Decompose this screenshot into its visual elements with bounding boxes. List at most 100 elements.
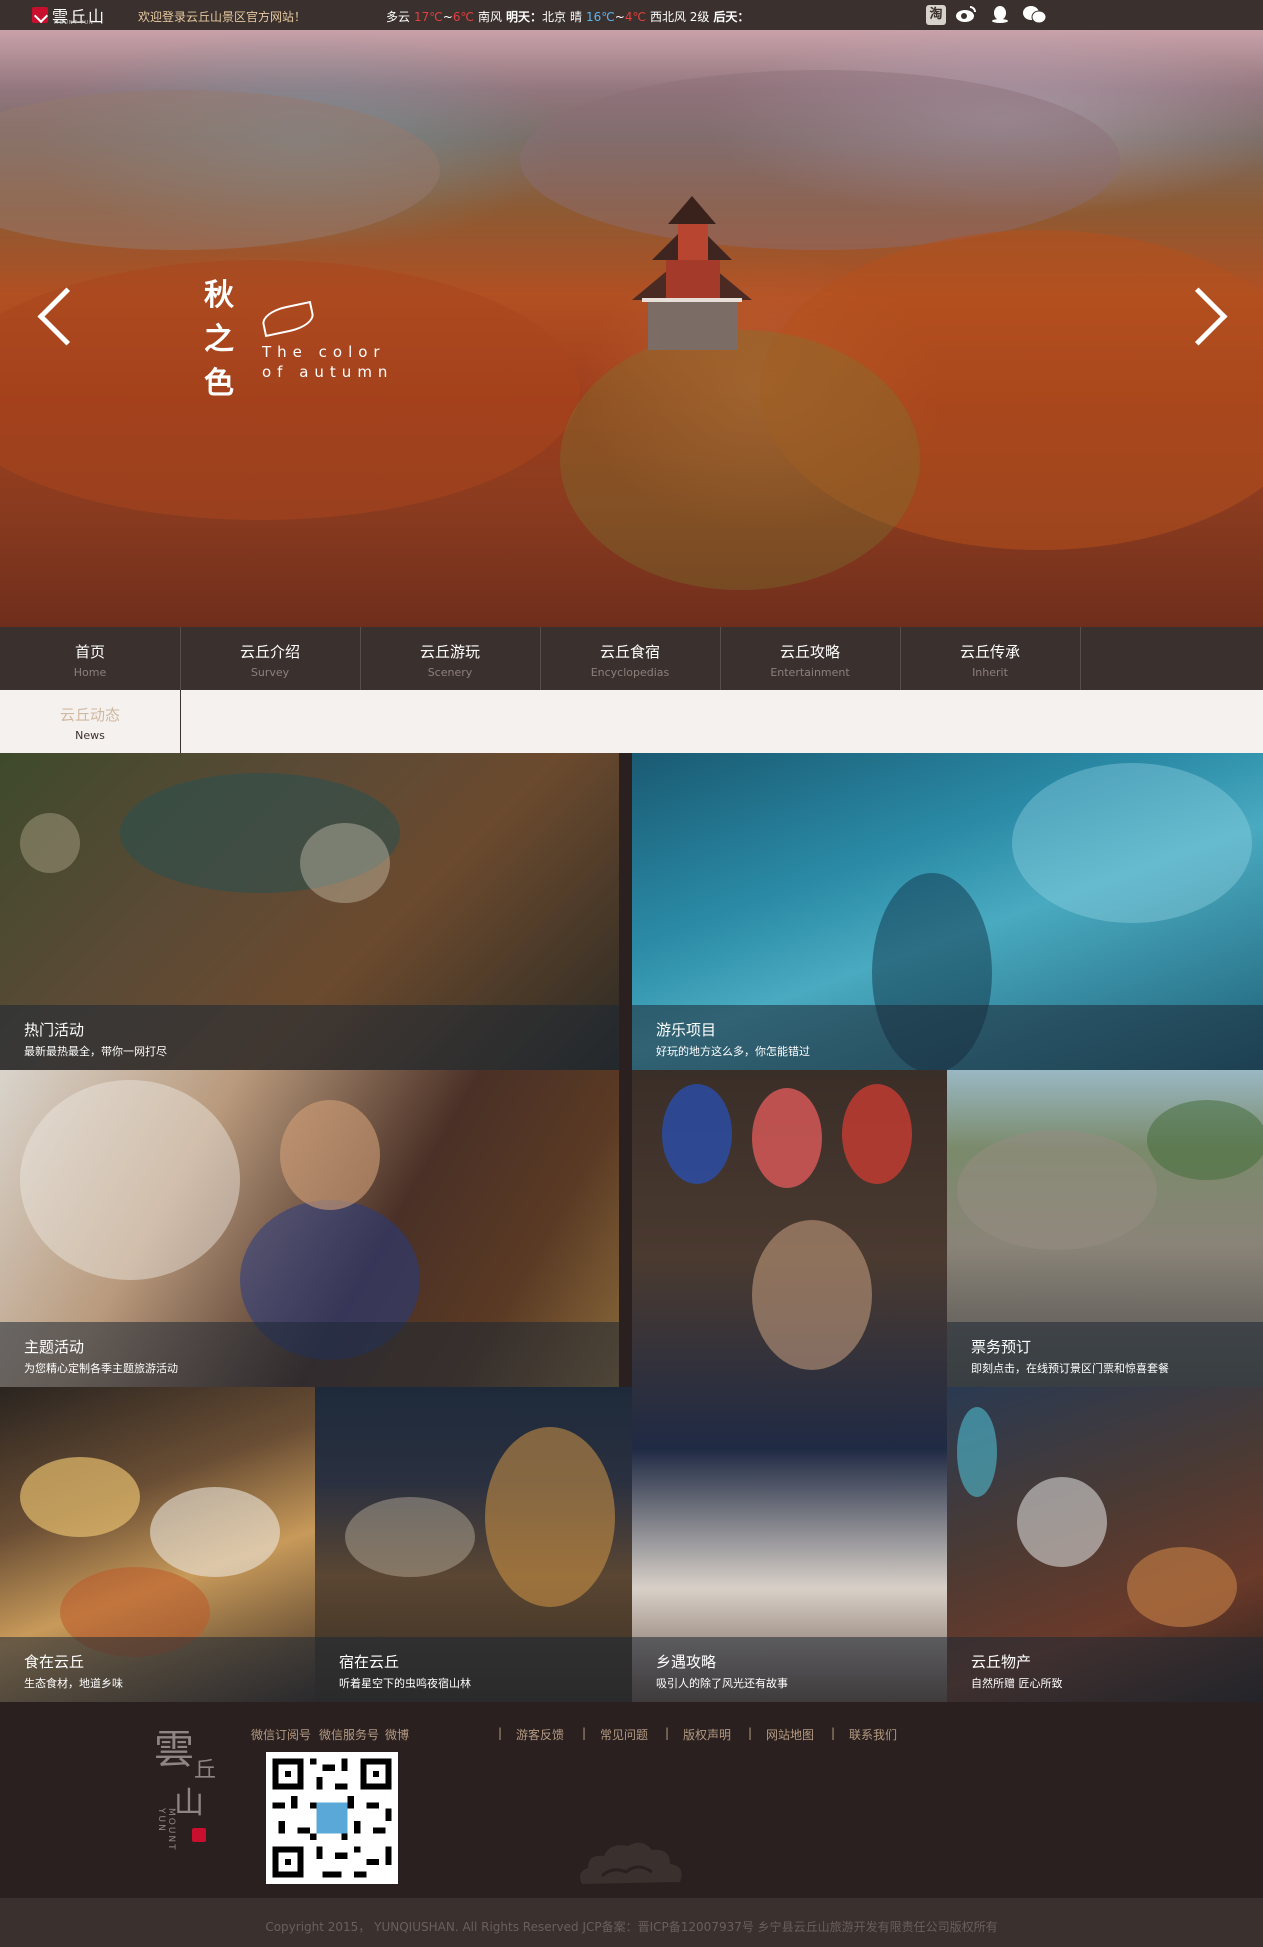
wechat-icon[interactable]: [1022, 4, 1047, 26]
footer-link-separator: |: [748, 1726, 753, 1740]
slogan-char: 之: [204, 322, 234, 357]
weather-today-sep: ~: [442, 10, 453, 24]
weather-today-wind: 南风: [477, 10, 502, 24]
tile-caption: 票务预订 即刻点击，在线预订景区门票和惊喜套餐: [947, 1322, 1263, 1387]
nav-label: 云丘动态: [59, 706, 120, 724]
slogan-char: 秋: [204, 278, 234, 313]
footer-link-separator: |: [831, 1726, 836, 1740]
nav-item-news[interactable]: 云丘动态 News: [0, 690, 181, 753]
tile-title: 乡遇攻略: [656, 1653, 717, 1671]
footer-logo-char: 山: [174, 1786, 204, 1821]
site-logo[interactable]: 雲丘山 MOUNT YUN: [28, 2, 112, 28]
logo-subtext: MOUNT YUN: [54, 20, 94, 26]
nav-sublabel: Inherit: [972, 666, 1008, 679]
tile-caption: 云丘物产 自然所赠 匠心所致: [947, 1637, 1263, 1702]
footer-wechat-subscription-link[interactable]: 微信订阅号: [251, 1726, 311, 1743]
nav-label: 云丘传承: [959, 643, 1020, 661]
tile-subtitle: 自然所赠 匠心所致: [971, 1677, 1063, 1690]
weather-tomorrow-city: 北京: [541, 10, 566, 24]
tile-subtitle: 最新最热最全，带你一网打尽: [24, 1045, 167, 1058]
weather-bar: 多云 17℃~6℃ 南风 明天：北京晴 16℃~4℃ 西北风 2级 后天：: [386, 8, 749, 25]
weather-tomorrow-wind: 西北风 2级: [649, 10, 710, 24]
weather-today-low: 6℃: [452, 10, 474, 24]
hero-banner: 秋 之 色 The color of autumn: [0, 30, 1263, 627]
tile-title: 宿在云丘: [339, 1653, 400, 1671]
nav-item-scenery[interactable]: 云丘游玩 Scenery: [360, 627, 541, 690]
footer-link-separator: |: [498, 1726, 503, 1740]
tile-title: 食在云丘: [24, 1653, 85, 1671]
weather-tomorrow-condition: 晴: [570, 10, 583, 24]
weather-today-high: 17℃: [414, 10, 443, 24]
nav-item-home[interactable]: 首页 Home: [0, 627, 181, 690]
footer-link-feedback[interactable]: 游客反馈: [516, 1726, 564, 1743]
nav-label: 云丘介绍: [239, 643, 300, 661]
tile-amusement[interactable]: 游乐项目 好玩的地方这么多，你怎能错过: [632, 753, 1263, 1070]
nav-sublabel: Home: [73, 666, 107, 679]
tile-subtitle: 即刻点击，在线预订景区门票和惊喜套餐: [971, 1362, 1169, 1375]
weather-tomorrow-label: 明天：: [505, 10, 542, 24]
nav-label: 云丘攻略: [779, 643, 840, 661]
footer-link-contact[interactable]: 联系我们: [849, 1726, 897, 1743]
tile-caption: 热门活动 最新最热最全，带你一网打尽: [0, 1005, 619, 1070]
logo-mark-icon: [32, 7, 48, 23]
nav-sublabel: Scenery: [427, 666, 473, 679]
footer-link-copyright[interactable]: 版权声明: [683, 1726, 731, 1743]
footer-link-separator: |: [582, 1726, 587, 1740]
top-bar: 雲丘山 MOUNT YUN 欢迎登录云丘山景区官方网站！ 多云 17℃~6℃ 南风明…: [0, 0, 1263, 30]
nav-sublabel: News: [75, 729, 105, 742]
tile-caption: 乡遇攻略 吸引人的除了风光还有故事: [632, 1637, 947, 1702]
tile-village-guide[interactable]: 乡遇攻略 吸引人的除了风光还有故事: [632, 1070, 947, 1702]
weather-tomorrow-high: 16℃: [586, 10, 615, 24]
tile-title: 游乐项目: [656, 1021, 717, 1039]
weather-today-condition: 多云: [386, 10, 411, 24]
tile-title: 主题活动: [24, 1338, 85, 1356]
tile-caption: 主题活动 为您精心定制各季主题旅游活动: [0, 1322, 619, 1387]
nav-sublabel: Survey: [250, 666, 290, 679]
logo-seal-icon: [192, 1828, 206, 1842]
main-nav: 首页 Home 云丘介绍 Survey 云丘游玩 Scenery 云丘食宿 En…: [0, 627, 1263, 690]
tile-ticket-booking[interactable]: 票务预订 即刻点击，在线预订景区门票和惊喜套餐: [947, 1070, 1263, 1387]
weibo-icon[interactable]: [954, 4, 978, 26]
footer-link-separator: |: [665, 1726, 670, 1740]
tile-food[interactable]: 食在云丘 生态食材，地道乡味: [0, 1387, 315, 1702]
qr-code-icon: [266, 1752, 398, 1884]
tile-theme-activities[interactable]: 主题活动 为您精心定制各季主题旅游活动: [0, 1070, 619, 1387]
nav-sublabel: Encyclopedias: [590, 666, 670, 679]
nav-label: 云丘食宿: [599, 643, 660, 661]
nav-item-encyclopedias[interactable]: 云丘食宿 Encyclopedias: [540, 627, 721, 690]
nav-item-inherit[interactable]: 云丘传承 Inherit: [900, 627, 1081, 690]
tile-subtitle: 为您精心定制各季主题旅游活动: [24, 1362, 178, 1375]
tile-lodging[interactable]: 宿在云丘 听着星空下的虫鸣夜宿山林: [315, 1387, 632, 1702]
tile-subtitle: 吸引人的除了风光还有故事: [656, 1677, 788, 1690]
copyright-text: Copyright 2015， YUNQIUSHAN. All Rights R…: [265, 1920, 998, 1934]
weather-dayafter-label: 后天：: [713, 10, 750, 24]
footer-logo-char: 雲: [154, 1727, 194, 1773]
footer-link-sitemap[interactable]: 网站地图: [766, 1726, 814, 1743]
tile-caption: 游乐项目 好玩的地方这么多，你怎能错过: [632, 1005, 1263, 1070]
sub-nav: 云丘动态 News: [0, 690, 1263, 753]
footer-link-faq[interactable]: 常见问题: [600, 1726, 648, 1743]
slogan-char: 色: [204, 366, 234, 401]
nav-item-survey[interactable]: 云丘介绍 Survey: [180, 627, 361, 690]
tile-local-products[interactable]: 云丘物产 自然所赠 匠心所致: [947, 1387, 1263, 1702]
tile-subtitle: 生态食材，地道乡味: [24, 1677, 123, 1690]
temple-illustration: [632, 196, 752, 350]
welcome-message: 欢迎登录云丘山景区官方网站！: [138, 10, 307, 24]
footer-weibo-link[interactable]: 微博: [385, 1726, 409, 1743]
tile-caption: 食在云丘 生态食材，地道乡味: [0, 1637, 315, 1702]
qq-icon[interactable]: [988, 4, 1012, 26]
tile-subtitle: 听着星空下的虫鸣夜宿山林: [339, 1677, 471, 1690]
weather-tomorrow-low: 4℃: [624, 10, 646, 24]
tile-title: 云丘物产: [971, 1653, 1032, 1671]
nav-item-entertainment[interactable]: 云丘攻略 Entertainment: [720, 627, 901, 690]
tile-hot-activities[interactable]: 热门活动 最新最热最全，带你一网打尽: [0, 753, 619, 1070]
footer-logo-english: MOUNT YUN: [156, 1808, 176, 1852]
nav-sublabel: Entertainment: [770, 666, 850, 679]
tile-caption: 宿在云丘 听着星空下的虫鸣夜宿山林: [315, 1637, 632, 1702]
taobao-icon[interactable]: 淘: [926, 5, 946, 25]
hero-slogan-en: The color of autumn: [262, 343, 394, 381]
nav-label: 首页: [74, 643, 105, 661]
tile-title: 票务预订: [971, 1338, 1032, 1356]
tile-subtitle: 好玩的地方这么多，你怎能错过: [656, 1045, 810, 1058]
footer-wechat-service-link[interactable]: 微信服务号: [319, 1726, 379, 1743]
